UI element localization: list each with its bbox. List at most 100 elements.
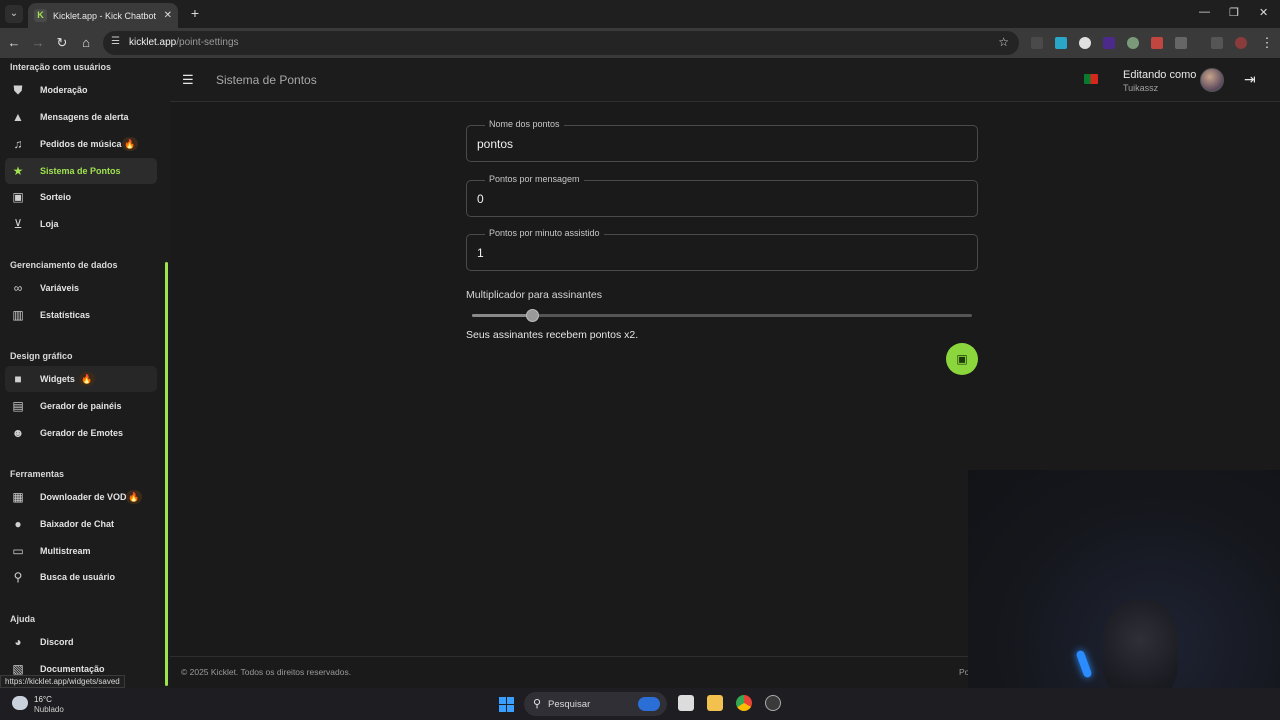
sidebar-section-title: Design gráfico xyxy=(10,351,73,361)
app-icon[interactable] xyxy=(765,695,781,711)
sidebar-item-loja[interactable]: ⊻ Loja xyxy=(5,211,157,237)
sidebar-item-discord[interactable]: ◕ Discord xyxy=(5,629,157,655)
sidebar-item-label: Documentação xyxy=(40,664,105,674)
field-value: 0 xyxy=(477,192,484,206)
logout-icon[interactable]: ⇥ xyxy=(1244,71,1256,88)
sidebar-item-busca-usuario[interactable]: ⚲ Busca de usuário xyxy=(5,564,157,590)
top-bar: ☰ Sistema de Pontos Editando como Tuikas… xyxy=(170,58,1280,102)
more-menu-icon[interactable]: ⋮ xyxy=(1259,35,1275,51)
minimize-icon[interactable]: — xyxy=(1199,6,1210,18)
gift-icon: ▣ xyxy=(12,190,24,204)
save-button[interactable]: ▣ xyxy=(946,343,978,375)
sidebar-item-label: Gerador de Emotes xyxy=(40,428,124,438)
sidebar-scrollbar[interactable] xyxy=(165,262,168,686)
avatar[interactable] xyxy=(1200,68,1224,92)
sidebar-item-gerador-paineis[interactable]: ▤ Gerador de painéis xyxy=(5,393,157,419)
taskbar: 16°C Nublado ⚲ Pesquisar xyxy=(0,688,1280,720)
field-label: Pontos por minuto assistido xyxy=(485,228,604,238)
extension-icon[interactable] xyxy=(1151,37,1163,49)
music-icon: ♫ xyxy=(13,137,23,151)
sidebar-item-label: Multistream xyxy=(40,546,91,556)
file-explorer-icon[interactable] xyxy=(707,695,723,711)
sidebar-item-moderacao[interactable]: ⛊ Moderação xyxy=(5,77,157,103)
menu-toggle-icon[interactable]: ☰ xyxy=(182,72,194,88)
address-bar[interactable]: ☰ kicklet.app/point-settings ☆ xyxy=(103,31,1019,55)
puzzle-extensions-icon[interactable] xyxy=(1175,37,1187,49)
forward-arrow-icon[interactable]: → xyxy=(30,35,46,51)
sidebar-item-multistream[interactable]: ▭ Multistream xyxy=(5,538,157,564)
monitor-icon: ▭ xyxy=(12,544,24,558)
home-icon[interactable]: ⌂ xyxy=(78,35,94,51)
sidebar-item-sorteio[interactable]: ▣ Sorteio xyxy=(5,184,157,210)
points-per-minute-field[interactable]: Pontos por minuto assistido 1 xyxy=(466,228,978,271)
slider-fill xyxy=(472,314,532,317)
restore-icon[interactable]: ❐ xyxy=(1229,6,1239,19)
sidebar-item-downloader-vod[interactable]: ▦ Downloader de VOD 🔥 xyxy=(5,484,157,510)
extension-icon[interactable] xyxy=(1031,37,1043,49)
sidebar-item-label: Discord xyxy=(40,637,74,647)
sidebar-item-pedidos-musica[interactable]: ♫ Pedidos de música 🔥 xyxy=(5,131,157,157)
chrome-icon[interactable] xyxy=(736,695,752,711)
sidebar-section-title: Interação com usuários xyxy=(10,62,112,72)
points-name-field[interactable]: Nome dos pontos pontos xyxy=(466,119,978,162)
profile-avatar-icon[interactable] xyxy=(1235,37,1247,49)
sidebar-item-variaveis[interactable]: ∞ Variáveis xyxy=(5,275,157,301)
browser-tab[interactable]: K Kicklet.app - Kick Chatbot and ✕ xyxy=(28,3,178,28)
reload-icon[interactable]: ↻ xyxy=(54,35,70,51)
sidebar-item-mensagens-alerta[interactable]: ▲ Mensagens de alerta xyxy=(5,104,157,130)
slider-thumb[interactable] xyxy=(526,309,539,322)
video-icon: ■ xyxy=(14,372,22,386)
field-label: Pontos por mensagem xyxy=(485,174,584,184)
fire-badge-icon: 🔥 xyxy=(126,490,142,504)
media-control-icon[interactable] xyxy=(1211,37,1223,49)
floppy-disk-icon: ▣ xyxy=(956,352,968,366)
sidebar-item-gerador-emotes[interactable]: ☻ Gerador de Emotes xyxy=(5,420,157,446)
sidebar-item-widgets[interactable]: ■ Widgets 🔥 xyxy=(5,366,157,392)
multiplier-slider[interactable] xyxy=(472,309,972,322)
sidebar-item-label: Sorteio xyxy=(40,192,72,202)
emoji-icon: ☻ xyxy=(11,426,25,440)
sidebar-item-label: Estatísticas xyxy=(40,310,91,320)
page-title: Sistema de Pontos xyxy=(216,73,317,87)
search-placeholder: Pesquisar xyxy=(548,699,591,710)
sidebar-item-label: Widgets xyxy=(40,374,75,384)
bar-chart-icon: ▥ xyxy=(12,308,24,322)
sidebar: Interação com usuários ⛊ Moderação ▲ Men… xyxy=(0,58,170,688)
windows-start-icon[interactable] xyxy=(499,697,514,712)
extension-icon[interactable] xyxy=(1103,37,1115,49)
extension-icon[interactable] xyxy=(1055,37,1067,49)
sidebar-item-sistema-pontos[interactable]: ★ Sistema de Pontos xyxy=(5,158,157,184)
multiplier-label: Multiplicador para assinantes xyxy=(466,289,602,301)
weather-description: Nublado xyxy=(34,705,64,714)
new-tab-plus-icon[interactable]: + xyxy=(187,5,203,21)
points-per-message-field[interactable]: Pontos por mensagem 0 xyxy=(466,174,978,217)
sidebar-section-title: Ajuda xyxy=(10,614,36,624)
portugal-flag-icon[interactable] xyxy=(1084,74,1098,84)
extension-icon[interactable] xyxy=(1127,37,1139,49)
editing-username: Tuikassz xyxy=(1123,83,1159,93)
extension-icon[interactable] xyxy=(1079,37,1091,49)
weather-cloud-icon[interactable] xyxy=(12,696,28,710)
editing-as-label: Editando como xyxy=(1123,69,1197,81)
webcam-light xyxy=(1075,649,1093,679)
status-url-tooltip: https://kicklet.app/widgets/saved xyxy=(0,675,125,688)
close-window-icon[interactable]: ✕ xyxy=(1259,6,1268,19)
search-icon: ⚲ xyxy=(533,698,542,710)
back-arrow-icon[interactable]: ← xyxy=(6,35,22,51)
multiplier-note: Seus assinantes recebem pontos x2. xyxy=(466,329,639,341)
task-view-icon[interactable] xyxy=(678,695,694,711)
sidebar-item-estatisticas[interactable]: ▥ Estatísticas xyxy=(5,302,157,328)
tab-title: Kicklet.app - Kick Chatbot and xyxy=(53,10,158,21)
taskbar-search[interactable]: ⚲ Pesquisar xyxy=(524,692,667,716)
doc-icon: ▧ xyxy=(12,662,24,676)
site-info-icon[interactable]: ☰ xyxy=(111,36,120,47)
close-tab-icon[interactable]: ✕ xyxy=(164,10,172,21)
chat-icon: ● xyxy=(14,517,22,531)
tab-list-chevron-icon[interactable]: ⌄ xyxy=(5,5,23,23)
bookmark-star-icon[interactable]: ☆ xyxy=(998,35,1009,49)
shield-icon: ⛊ xyxy=(13,83,23,97)
sidebar-item-baixador-chat[interactable]: ● Baixador de Chat xyxy=(5,511,157,537)
webcam-person xyxy=(1103,600,1178,700)
sidebar-section-title: Gerenciamento de dados xyxy=(10,260,118,270)
fire-badge-icon: 🔥 xyxy=(79,372,95,386)
